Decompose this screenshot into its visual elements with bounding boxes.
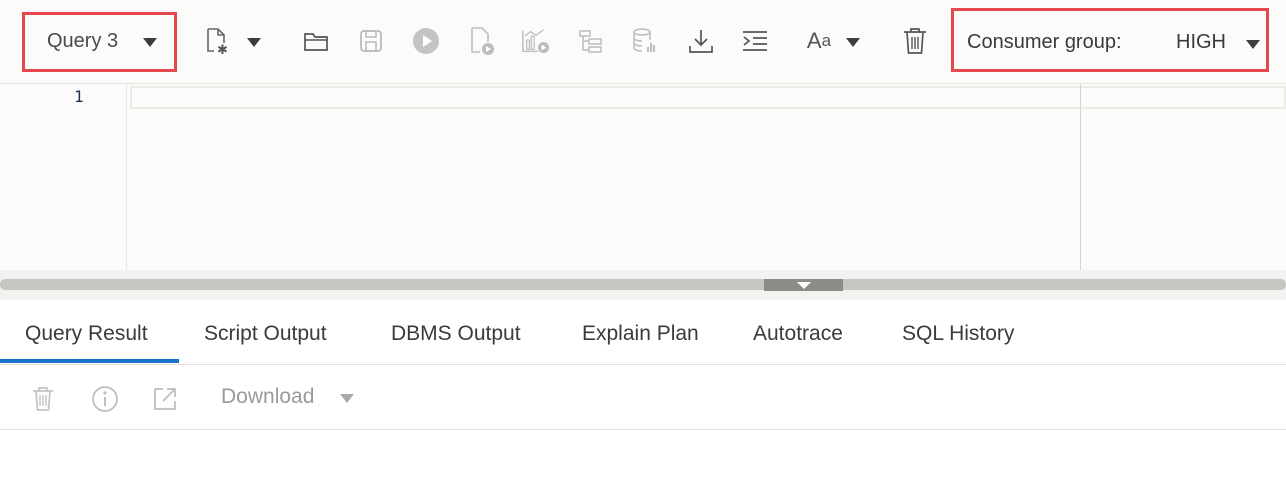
- consumer-group-value: HIGH: [1176, 31, 1226, 53]
- tab-script-output[interactable]: Script Output: [204, 322, 327, 346]
- line-gutter: 1: [0, 84, 127, 270]
- query-select[interactable]: Query 3: [22, 12, 177, 72]
- splitter-bar: [0, 279, 1286, 290]
- svg-text:✱: ✱: [217, 43, 228, 55]
- explain-plan-icon[interactable]: [576, 26, 606, 56]
- run-script-icon[interactable]: [467, 26, 497, 56]
- tab-sql-history[interactable]: SQL History: [902, 322, 1014, 346]
- tab-autotrace[interactable]: Autotrace: [753, 322, 843, 346]
- run-icon[interactable]: [411, 26, 441, 56]
- database-icon[interactable]: [630, 26, 660, 56]
- chevron-down-icon: [1246, 40, 1260, 49]
- external-link-icon[interactable]: [150, 384, 180, 414]
- format-icon[interactable]: [740, 26, 770, 56]
- splitter-handle[interactable]: [764, 279, 843, 291]
- result-toolbar: Download: [0, 365, 1286, 430]
- download-icon[interactable]: [686, 26, 716, 56]
- new-file-menu-chevron-icon[interactable]: [247, 38, 261, 47]
- chevron-down-icon: [143, 38, 157, 47]
- worksheet-toolbar: Query 3 ✱ A a Consumer group: HIGH: [0, 0, 1286, 84]
- line-number: 1: [74, 87, 84, 106]
- open-folder-icon[interactable]: [302, 26, 332, 56]
- download-button[interactable]: Download: [221, 385, 314, 409]
- trash-icon[interactable]: [28, 384, 58, 414]
- output-tabs: Query Result Script Output DBMS Output E…: [0, 300, 1286, 365]
- save-icon[interactable]: [356, 26, 386, 56]
- chevron-down-icon[interactable]: [340, 394, 354, 403]
- consumer-group-select[interactable]: Consumer group: HIGH: [951, 8, 1269, 72]
- info-icon[interactable]: [90, 384, 120, 414]
- query-select-label: Query 3: [47, 30, 119, 52]
- sql-editor[interactable]: 1: [0, 84, 1286, 270]
- print-margin: [1080, 84, 1081, 270]
- new-file-icon[interactable]: ✱: [202, 26, 232, 56]
- panel-splitter[interactable]: [0, 270, 1286, 300]
- font-icon[interactable]: Aa: [801, 26, 837, 56]
- tab-query-result[interactable]: Query Result: [25, 322, 148, 346]
- active-tab-indicator: [0, 359, 179, 363]
- collapse-arrow-icon: [797, 282, 811, 289]
- tab-dbms-output[interactable]: DBMS Output: [391, 322, 521, 346]
- tab-explain-plan[interactable]: Explain Plan: [582, 322, 699, 346]
- trash-icon[interactable]: [900, 26, 930, 56]
- active-line-highlight: [130, 86, 1286, 109]
- chart-run-icon[interactable]: [521, 26, 551, 56]
- font-menu-chevron-icon[interactable]: [846, 38, 860, 47]
- consumer-group-label: Consumer group:: [967, 31, 1122, 53]
